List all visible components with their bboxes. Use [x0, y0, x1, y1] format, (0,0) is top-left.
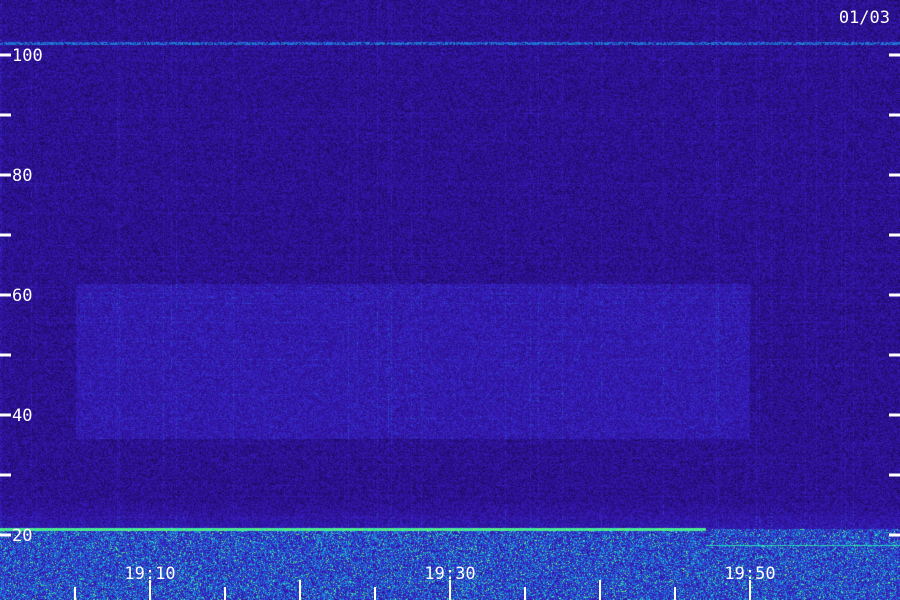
chart-title-date: 01/03 — [839, 8, 890, 28]
y-tick-label: 40 — [12, 406, 32, 426]
x-tick-label: 19:10 — [124, 564, 175, 584]
x-axis: 19:10 19:30 19:50 — [74, 564, 776, 600]
x-tick-label: 19:50 — [724, 564, 775, 584]
y-axis-right — [889, 53, 900, 537]
chart-overlay: 100 80 60 40 20 19:10 19:30 19:50 01/03 — [0, 8, 900, 600]
spectrogram-chart: 100 80 60 40 20 19:10 19:30 19:50 01/03 — [0, 0, 900, 600]
y-tick-label: 60 — [12, 286, 32, 306]
y-tick-label: 20 — [12, 526, 32, 546]
y-tick-label: 80 — [12, 166, 32, 186]
x-tick-label: 19:30 — [424, 564, 475, 584]
y-tick-label: 100 — [12, 46, 43, 66]
y-axis-left: 100 80 60 40 20 — [0, 46, 43, 546]
